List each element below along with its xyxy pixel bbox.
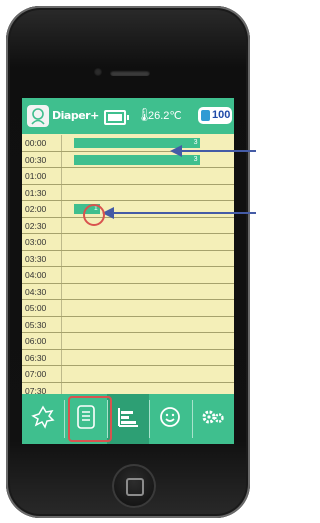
time-row: 01:30 xyxy=(22,184,234,201)
annotation-arrow-top xyxy=(180,150,256,152)
settings-gears-icon xyxy=(200,406,226,433)
time-label: 03:00 xyxy=(22,234,62,250)
nav-item-baby-leaf[interactable] xyxy=(22,394,64,444)
time-label: 04:00 xyxy=(22,267,62,283)
time-row: 06:30 xyxy=(22,349,234,366)
time-label: 04:30 xyxy=(22,283,62,299)
time-label: 02:30 xyxy=(22,217,62,233)
nav-separator xyxy=(191,400,193,438)
time-label: 00:00 xyxy=(22,135,62,151)
baby-logo-icon xyxy=(27,105,49,127)
app-title: Diaper+ xyxy=(52,109,99,122)
nav-separator xyxy=(64,400,66,438)
bottom-nav xyxy=(22,394,234,444)
smile-icon xyxy=(158,405,182,434)
nav-item-bar-chart[interactable] xyxy=(106,394,150,444)
time-row: 07:00 xyxy=(22,366,234,383)
count-value: 100 xyxy=(212,109,231,121)
annotation-arrow-bottom xyxy=(112,212,256,214)
time-row: 00:30 3 xyxy=(22,151,234,168)
time-row: 05:30 xyxy=(22,316,234,333)
time-label: 07:00 xyxy=(22,366,62,382)
time-label: 00:30 xyxy=(22,151,62,167)
time-row: 02:30 xyxy=(22,217,234,234)
time-row: 04:00 xyxy=(22,267,234,284)
nav-separator xyxy=(149,400,151,438)
count-badge[interactable]: 100 xyxy=(198,107,232,124)
temperature-readout: 26.2℃ xyxy=(148,110,182,122)
arrow-head-top xyxy=(170,145,182,157)
time-row: 05:00 xyxy=(22,300,234,317)
earpiece-speaker xyxy=(110,70,150,76)
time-label: 01:30 xyxy=(22,184,62,200)
time-row: 04:30 xyxy=(22,283,234,300)
time-row: 01:00 xyxy=(22,168,234,185)
time-label: 05:00 xyxy=(22,300,62,316)
time-row: 03:00 xyxy=(22,234,234,251)
time-row: 02:00 1 xyxy=(22,201,234,218)
app-header: Diaper+ 🌡 26.2℃ 100 xyxy=(22,98,234,134)
time-grid: 00:00 3 00:30 3 01:00 01:30 02:00 1 02:30 03:00 03… xyxy=(22,135,234,399)
annotation-rect-nav xyxy=(68,396,112,442)
time-row: 06:00 xyxy=(22,333,234,350)
bar-chart-icon xyxy=(116,406,140,433)
battery-icon xyxy=(104,110,129,125)
nav-item-smile[interactable] xyxy=(149,394,191,444)
nav-item-settings-gears[interactable] xyxy=(192,394,234,444)
time-label: 06:00 xyxy=(22,333,62,349)
time-label: 05:30 xyxy=(22,316,62,332)
baby-leaf-icon xyxy=(30,404,56,435)
time-row: 03:30 xyxy=(22,250,234,267)
time-label: 03:30 xyxy=(22,250,62,266)
annotation-circle-event xyxy=(83,204,105,226)
diaper-count-icon xyxy=(201,110,210,121)
time-label: 02:00 xyxy=(22,201,62,217)
home-button[interactable] xyxy=(112,464,156,508)
time-label: 01:00 xyxy=(22,168,62,184)
front-camera xyxy=(94,68,102,76)
time-label: 06:30 xyxy=(22,349,62,365)
